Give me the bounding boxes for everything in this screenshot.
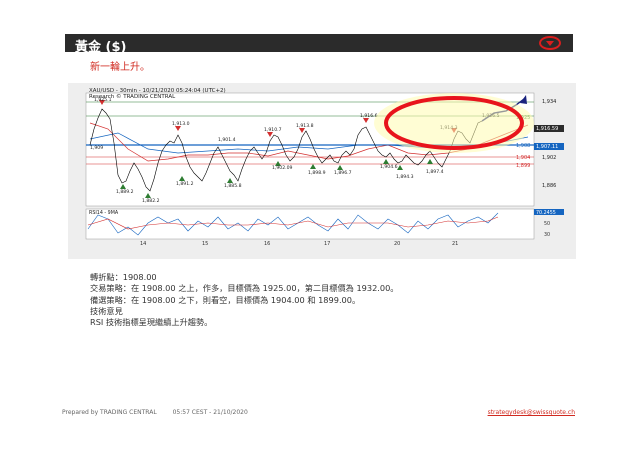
comment-text: RSI 技術指標呈現繼續上升趨勢。 bbox=[90, 317, 213, 328]
point-label-9: 1,889.2 bbox=[116, 189, 134, 195]
point-label-1: 1,913.0 bbox=[172, 121, 190, 127]
comment-title: 技術意見 bbox=[90, 305, 123, 316]
headline: 新一輪上升。 bbox=[90, 62, 150, 73]
price-chart: XAU/USD - 30min - 10/21/2020 05:24:04 (U… bbox=[68, 83, 576, 259]
header-bar: 黃金 ($) bbox=[65, 34, 573, 55]
dropdown-toggle-icon[interactable] bbox=[539, 36, 561, 50]
point-label-12: 1,885.8 bbox=[224, 183, 242, 189]
date-axis-label-0: 14 bbox=[140, 241, 146, 247]
point-label-3: 1,910.7 bbox=[264, 127, 282, 133]
point-label-0: 1,925.1 bbox=[94, 97, 112, 103]
price-axis-label-6: 1,899 bbox=[516, 163, 530, 169]
point-label-17: 1,894.3 bbox=[396, 174, 414, 180]
chart-svg: XAU/USD - 30min - 10/21/2020 05:24:04 (U… bbox=[85, 88, 564, 247]
rsi-axis-label-2: 30 bbox=[544, 232, 550, 238]
date-axis: 14 15 16 17 20 21 bbox=[140, 241, 458, 247]
price-axis-label-5: 1,904 bbox=[516, 155, 530, 161]
analysis-block: 轉折點：1908.00 交易策略：在 1908.00 之上，作多，目標價為 19… bbox=[90, 272, 398, 328]
price-axis-label-4: 1,907.11 bbox=[536, 144, 558, 150]
price-axis-label-2: 1,916.59 bbox=[536, 126, 558, 132]
point-label-8: 1,909 bbox=[90, 145, 103, 151]
footer-info: Prepared by TRADING CENTRAL 05:57 CEST -… bbox=[62, 409, 248, 416]
price-axis-label-0: 1,934 bbox=[542, 99, 556, 105]
date-axis-label-3: 17 bbox=[324, 241, 330, 247]
highlight-glow bbox=[374, 93, 534, 153]
point-label-15: 1,896.7 bbox=[334, 170, 352, 176]
date-axis-label-4: 20 bbox=[394, 241, 400, 247]
alternative-text: 備選策略：在 1908.00 之下，則看空，目標價為 1904.00 和 189… bbox=[90, 294, 361, 305]
price-axis-label-7: 1,902 bbox=[542, 155, 556, 161]
pivot-text: 轉折點：1908.00 bbox=[90, 272, 157, 282]
timestamp: 05:57 CEST - 21/10/2020 bbox=[172, 409, 248, 416]
point-label-11: 1,891.2 bbox=[176, 181, 194, 187]
rsi-axis-label-0: 70.2455 bbox=[536, 210, 556, 216]
point-label-2: 1,901.4 bbox=[218, 137, 236, 143]
point-label-14: 1,898.9 bbox=[308, 170, 326, 176]
point-label-10: 1,882.2 bbox=[142, 198, 160, 204]
price-axis-label-8: 1,886 bbox=[542, 183, 556, 189]
strategy-text: 交易策略：在 1908.00 之上，作多，目標價為 1925.00，第二目標價為… bbox=[90, 283, 399, 294]
date-axis-label-2: 16 bbox=[264, 241, 270, 247]
point-label-4: 1,913.8 bbox=[296, 123, 314, 129]
point-label-18: 1,897.4 bbox=[426, 169, 444, 175]
date-axis-label-1: 15 bbox=[202, 241, 208, 247]
price-axis-label-3: 1,908 bbox=[516, 143, 530, 149]
point-label-13: 1,902.09 bbox=[272, 165, 293, 171]
page-title: 黃金 ($) bbox=[75, 40, 127, 55]
rsi-axis: 70.2455 50 30 bbox=[534, 209, 564, 238]
point-label-16: 1,904.6 bbox=[380, 164, 398, 170]
date-axis-label-5: 21 bbox=[452, 241, 458, 247]
point-label-5: 1,916.6 bbox=[360, 113, 378, 119]
contact-email-link[interactable]: strategydesk@swissquote.ch bbox=[488, 409, 575, 416]
rsi-title: RSI14 - 9MA bbox=[89, 210, 119, 216]
rsi-axis-label-1: 50 bbox=[544, 221, 550, 227]
prepared-by: Prepared by TRADING CENTRAL bbox=[62, 409, 157, 416]
